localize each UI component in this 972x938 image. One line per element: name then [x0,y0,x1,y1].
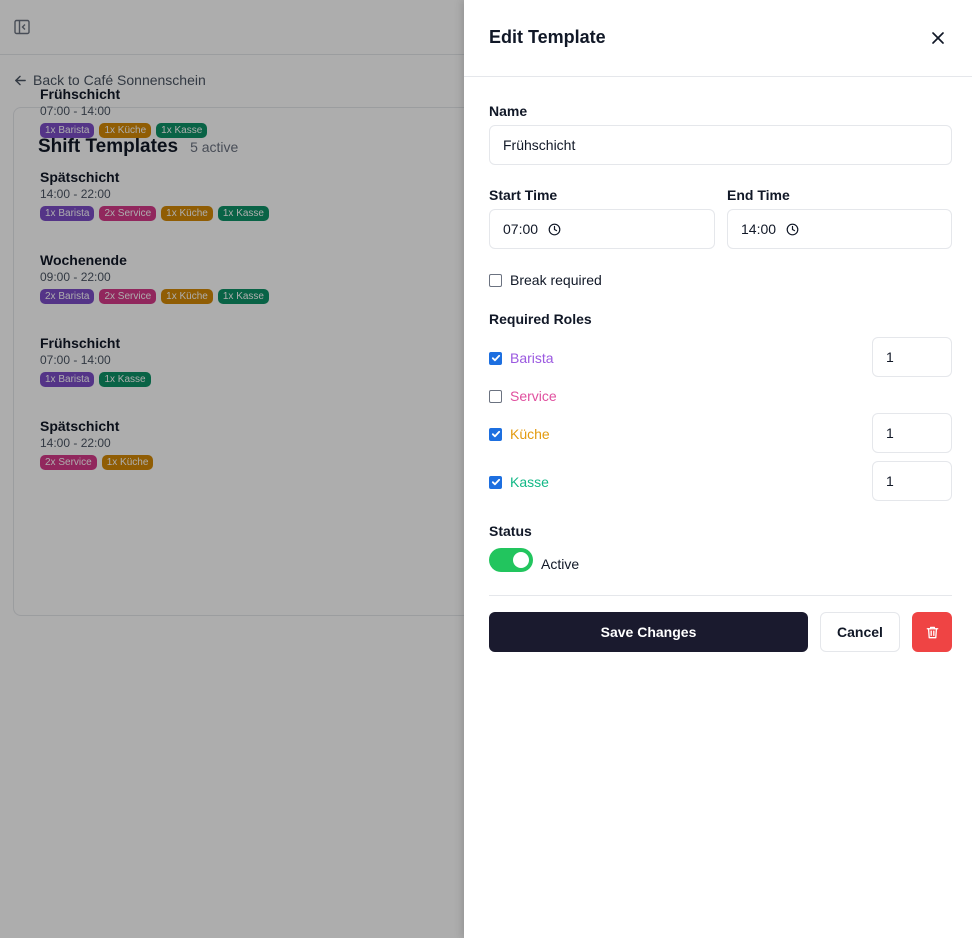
drawer-title: Edit Template [489,27,606,47]
status-label: Status [489,523,532,539]
trash-icon [926,626,938,638]
role-checkbox-kasse[interactable] [489,475,502,489]
role-checkbox-barista[interactable] [489,351,502,365]
role-checkbox-kueche[interactable] [489,427,502,441]
edit-template-drawer: Edit Template Name Frühschicht Start Tim… [464,0,972,938]
role-row-barista[interactable]: Barista [489,350,554,366]
divider [489,595,952,596]
start-time-input[interactable]: 07:00 [489,209,715,249]
cancel-label: Cancel [837,624,883,640]
role-row-kueche[interactable]: Küche [489,426,550,442]
end-time-value: 14:00 [741,221,777,237]
start-time-value: 07:00 [503,221,539,237]
role-label-barista: Barista [510,350,554,366]
role-qty-value: 1 [886,425,894,441]
role-label-service: Service [510,388,557,404]
role-qty-value: 1 [886,473,894,489]
name-input-value: Frühschicht [503,137,576,153]
close-button[interactable] [928,28,948,48]
break-required-checkbox[interactable] [489,273,502,287]
role-qty-kueche[interactable]: 1 [872,413,952,453]
role-row-service[interactable]: Service [489,388,557,404]
toggle-knob [513,552,529,568]
check-icon [491,478,500,486]
cancel-button[interactable]: Cancel [820,612,900,652]
role-label-kasse: Kasse [510,474,549,490]
role-qty-barista[interactable]: 1 [872,337,952,377]
status-value: Active [541,556,580,572]
break-required-row[interactable]: Break required [489,272,602,288]
check-icon [491,354,500,362]
name-input[interactable]: Frühschicht [489,125,952,165]
status-toggle[interactable] [489,548,533,572]
delete-button[interactable] [912,612,952,652]
check-icon [491,430,500,438]
end-time-label: End Time [727,187,790,203]
role-qty-value: 1 [886,349,894,365]
required-roles-label: Required Roles [489,311,592,327]
drawer-header: Edit Template [464,0,972,77]
role-checkbox-service[interactable] [489,389,502,403]
name-label: Name [489,103,528,119]
role-row-kasse[interactable]: Kasse [489,474,549,490]
start-time-label: Start Time [489,187,558,203]
close-icon [932,32,944,44]
save-changes-label: Save Changes [600,624,697,640]
clock-icon[interactable] [548,223,561,236]
break-required-label: Break required [510,272,602,288]
role-label-kueche: Küche [510,426,550,442]
role-qty-kasse[interactable]: 1 [872,461,952,501]
end-time-input[interactable]: 14:00 [727,209,952,249]
save-changes-button[interactable]: Save Changes [489,612,808,652]
clock-icon[interactable] [786,223,799,236]
